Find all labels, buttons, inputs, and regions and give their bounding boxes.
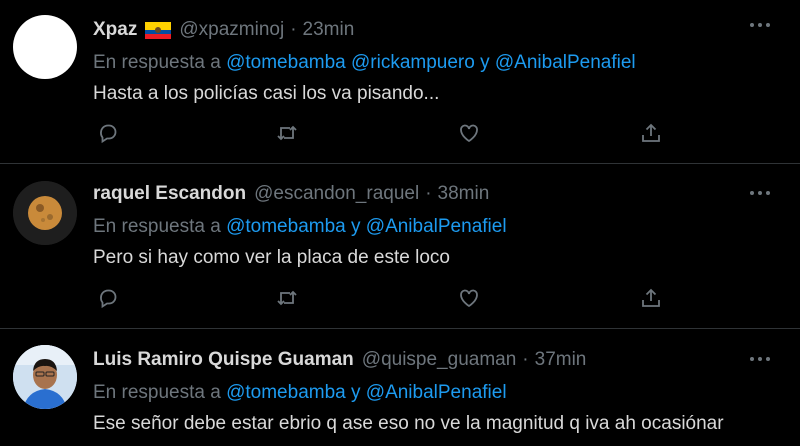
tweet-header: Xpaz @xpazminoj · 23min <box>93 17 790 43</box>
timestamp[interactable]: 23min <box>303 19 355 41</box>
tweet-actions <box>93 121 693 145</box>
tweet-header: Luis Ramiro Quispe Guaman @quispe_guaman… <box>93 347 790 373</box>
ecuador-flag-icon <box>145 21 172 39</box>
tweet-content: raquel Escandon @escandon_raquel · 38min… <box>93 181 790 269</box>
tweet-content: Xpaz @xpazminoj · 23min En respuesta a @… <box>93 17 790 105</box>
tweet-actions <box>93 286 693 310</box>
avatar[interactable] <box>13 181 77 245</box>
avatar[interactable] <box>13 15 77 79</box>
display-name[interactable]: Xpaz <box>93 19 137 41</box>
username[interactable]: @xpazminoj <box>179 19 284 41</box>
mention-link[interactable]: @AnibalPenafiel <box>366 382 507 403</box>
tweet[interactable]: raquel Escandon @escandon_raquel · 38min… <box>0 164 800 329</box>
username[interactable]: @quispe_guaman <box>362 349 517 371</box>
separator: · <box>290 19 297 40</box>
reply-prefix: En respuesta a <box>93 52 221 73</box>
timestamp[interactable]: 37min <box>535 349 587 371</box>
mention-joiner: y <box>480 52 490 73</box>
reply-context: En respuesta a @tomebamba y @AnibalPenaf… <box>93 382 790 404</box>
tweet-text: Ese señor debe estar ebrio q ase eso no … <box>93 413 724 434</box>
reply-context: En respuesta a @tomebamba @rickampuero y… <box>93 52 790 74</box>
share-icon[interactable] <box>639 121 663 145</box>
mention-link[interactable]: @tomebamba <box>226 52 346 73</box>
tweet[interactable]: Xpaz @xpazminoj · 23min En respuesta a @… <box>0 0 800 164</box>
mention-link[interactable]: @tomebamba <box>226 382 346 403</box>
like-icon[interactable] <box>457 286 481 310</box>
username[interactable]: @escandon_raquel <box>254 183 419 205</box>
reply-icon[interactable] <box>96 121 120 145</box>
tweet-header: raquel Escandon @escandon_raquel · 38min <box>93 181 790 207</box>
retweet-icon[interactable] <box>275 121 299 145</box>
tweet-content: Luis Ramiro Quispe Guaman @quispe_guaman… <box>93 347 790 435</box>
mention-link[interactable]: @AnibalPenafiel <box>495 52 636 73</box>
mention-link[interactable]: @AnibalPenafiel <box>366 216 507 237</box>
tweet-text: Hasta a los policías casi los va pisando… <box>93 83 440 104</box>
display-name[interactable]: Luis Ramiro Quispe Guaman <box>93 349 354 371</box>
tweet-feed: Xpaz @xpazminoj · 23min En respuesta a @… <box>0 0 800 446</box>
more-icon[interactable] <box>750 23 772 31</box>
more-icon[interactable] <box>750 191 772 199</box>
reply-context: En respuesta a @tomebamba y @AnibalPenaf… <box>93 216 790 238</box>
like-icon[interactable] <box>457 121 481 145</box>
mention-link[interactable]: @tomebamba <box>226 216 346 237</box>
separator: · <box>522 349 529 370</box>
reply-icon[interactable] <box>96 286 120 310</box>
reply-prefix: En respuesta a <box>93 382 221 403</box>
timestamp[interactable]: 38min <box>438 183 490 205</box>
avatar[interactable] <box>13 345 77 409</box>
mention-link[interactable]: @rickampuero <box>351 52 475 73</box>
retweet-icon[interactable] <box>275 286 299 310</box>
display-name[interactable]: raquel Escandon <box>93 183 246 205</box>
share-icon[interactable] <box>639 286 663 310</box>
tweet[interactable]: Luis Ramiro Quispe Guaman @quispe_guaman… <box>0 329 800 446</box>
separator: · <box>425 183 432 204</box>
mention-joiner: y <box>351 382 361 403</box>
reply-prefix: En respuesta a <box>93 216 221 237</box>
mention-joiner: y <box>351 216 361 237</box>
more-icon[interactable] <box>750 357 772 365</box>
tweet-text: Pero si hay como ver la placa de este lo… <box>93 247 450 268</box>
